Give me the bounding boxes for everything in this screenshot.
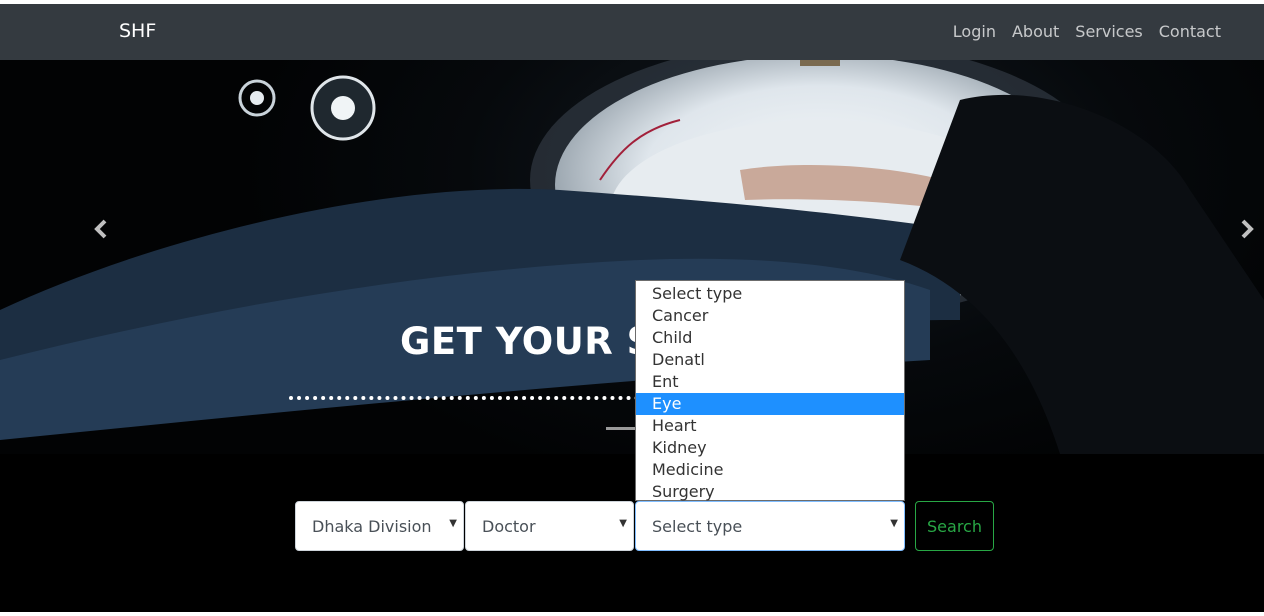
type-select-value: Select type — [652, 516, 743, 536]
navbar: SHF Login About Services Contact — [0, 4, 1264, 60]
carousel-indicator[interactable] — [606, 427, 638, 430]
dropdown-option[interactable]: Surgery — [636, 481, 904, 503]
chevron-right-icon — [1241, 219, 1254, 239]
dropdown-option-highlighted[interactable]: Eye — [636, 393, 904, 415]
type-dropdown-list: Select type Cancer Child Denatl Ent Eye … — [635, 280, 905, 501]
role-select[interactable]: Doctor ▼ — [465, 501, 634, 551]
dropdown-option[interactable]: Medicine — [636, 459, 904, 481]
caret-down-icon: ▼ — [619, 518, 627, 529]
type-select[interactable]: Select type ▼ — [635, 501, 905, 551]
division-select[interactable]: Dhaka Division ▼ — [295, 501, 464, 551]
page-frame: SHF Login About Services Contact GET YOU… — [0, 4, 1264, 612]
hero-carousel — [0, 60, 1264, 454]
brand-logo[interactable]: SHF — [119, 20, 156, 42]
nav-about-link[interactable]: About — [1012, 22, 1059, 41]
carousel-prev-button[interactable] — [89, 214, 113, 244]
hero-image — [0, 60, 1264, 454]
nav-links: Login About Services Contact — [953, 22, 1221, 41]
carousel-next-button[interactable] — [1235, 214, 1259, 244]
nav-login-link[interactable]: Login — [953, 22, 996, 41]
caret-down-icon: ▼ — [449, 518, 457, 529]
nav-services-link[interactable]: Services — [1075, 22, 1142, 41]
dropdown-option[interactable]: Child — [636, 327, 904, 349]
division-select-value: Dhaka Division — [312, 516, 432, 536]
dropdown-option[interactable]: Kidney — [636, 437, 904, 459]
search-button[interactable]: Search — [915, 501, 994, 551]
dropdown-option[interactable]: Select type — [636, 283, 904, 305]
dropdown-option[interactable]: Heart — [636, 415, 904, 437]
dropdown-option[interactable]: Denatl — [636, 349, 904, 371]
chevron-left-icon — [94, 219, 107, 239]
caret-down-icon: ▼ — [890, 518, 898, 529]
dropdown-option[interactable]: Ent — [636, 371, 904, 393]
dropdown-option[interactable]: Cancer — [636, 305, 904, 327]
role-select-value: Doctor — [482, 516, 536, 536]
nav-contact-link[interactable]: Contact — [1159, 22, 1221, 41]
dotted-divider — [289, 396, 639, 400]
